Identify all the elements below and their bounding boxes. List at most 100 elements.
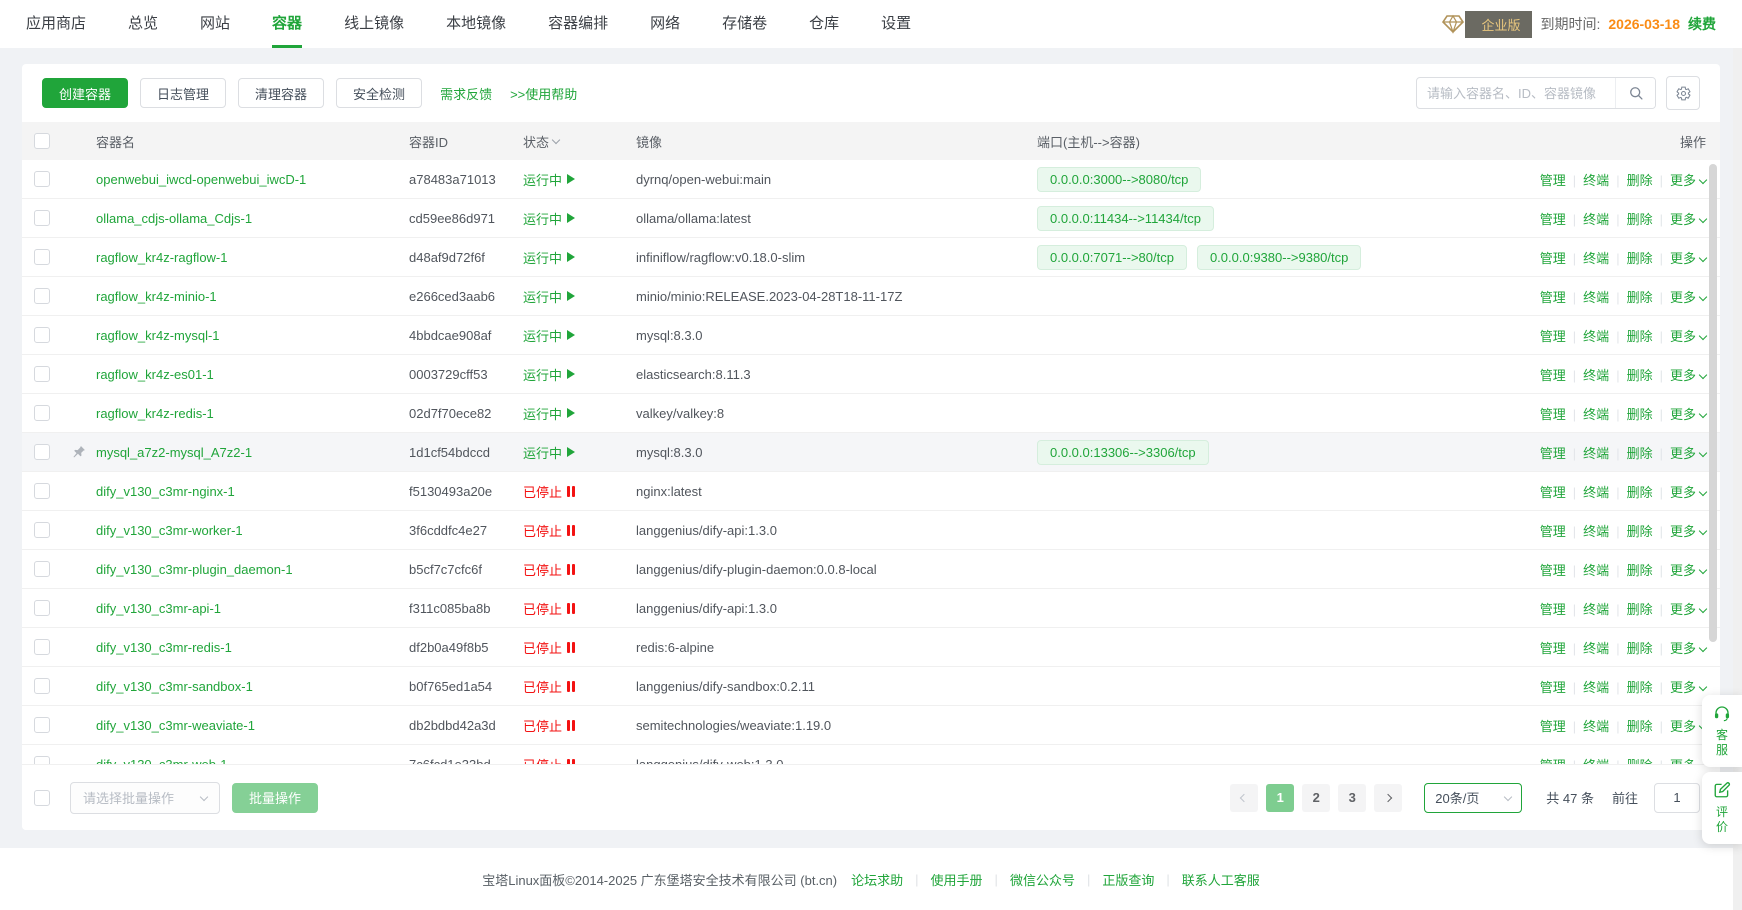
action-manage[interactable]: 管理 — [1540, 680, 1566, 695]
action-more[interactable]: 更多 — [1670, 485, 1706, 500]
action-terminal[interactable]: 终端 — [1583, 485, 1609, 500]
container-name-link[interactable]: dify_v130_c3mr-plugin_daemon-1 — [96, 562, 293, 577]
row-checkbox[interactable] — [34, 444, 50, 460]
action-more[interactable]: 更多 — [1670, 758, 1706, 765]
container-name-link[interactable]: mysql_a7z2-mysql_A7z2-1 — [96, 445, 252, 460]
row-checkbox[interactable] — [34, 210, 50, 226]
action-more[interactable]: 更多 — [1670, 251, 1706, 266]
action-delete[interactable]: 删除 — [1627, 758, 1653, 765]
container-name-link[interactable]: ragflow_kr4z-es01-1 — [96, 367, 214, 382]
action-terminal[interactable]: 终端 — [1583, 641, 1609, 656]
action-manage[interactable]: 管理 — [1540, 251, 1566, 266]
action-manage[interactable]: 管理 — [1540, 446, 1566, 461]
action-more[interactable]: 更多 — [1670, 368, 1706, 383]
action-delete[interactable]: 删除 — [1627, 212, 1653, 227]
status-running[interactable]: 运行中 — [523, 443, 575, 462]
container-name-link[interactable]: dify_v130_c3mr-api-1 — [96, 601, 221, 616]
status-running[interactable]: 运行中 — [523, 287, 575, 306]
container-name-link[interactable]: ragflow_kr4z-mysql-1 — [96, 328, 220, 343]
container-name-link[interactable]: dify_v130_c3mr-worker-1 — [96, 523, 243, 538]
action-more[interactable]: 更多 — [1670, 290, 1706, 305]
nav-item-8[interactable]: 存储卷 — [722, 0, 767, 48]
status-stopped[interactable]: 已停止 — [523, 560, 575, 579]
renew-link[interactable]: 续费 — [1688, 14, 1716, 34]
container-name-link[interactable]: dify_v130_c3mr-web-1 — [96, 757, 228, 765]
action-terminal[interactable]: 终端 — [1583, 758, 1609, 765]
action-delete[interactable]: 删除 — [1627, 329, 1653, 344]
nav-item-4[interactable]: 线上镜像 — [344, 0, 404, 48]
row-checkbox[interactable] — [34, 405, 50, 421]
action-terminal[interactable]: 终端 — [1583, 368, 1609, 383]
nav-item-5[interactable]: 本地镜像 — [446, 0, 506, 48]
feedback-link[interactable]: 需求反馈 — [440, 84, 492, 103]
goto-page-input[interactable] — [1654, 783, 1700, 813]
action-terminal[interactable]: 终端 — [1583, 290, 1609, 305]
header-status[interactable]: 状态 — [523, 132, 636, 151]
status-stopped[interactable]: 已停止 — [523, 521, 575, 540]
table-scrollbar[interactable] — [1709, 164, 1717, 642]
action-more[interactable]: 更多 — [1670, 446, 1706, 461]
footer-link-3[interactable]: 正版查询 — [1102, 870, 1154, 889]
action-more[interactable]: 更多 — [1670, 329, 1706, 344]
container-name-link[interactable]: dify_v130_c3mr-redis-1 — [96, 640, 232, 655]
container-name-link[interactable]: openwebui_iwcd-openwebui_iwcD-1 — [96, 172, 306, 187]
row-checkbox[interactable] — [34, 561, 50, 577]
clean-container-button[interactable]: 清理容器 — [238, 78, 324, 108]
action-manage[interactable]: 管理 — [1540, 758, 1566, 765]
gear-icon[interactable] — [1666, 76, 1700, 110]
footer-link-4[interactable]: 联系人工客服 — [1182, 870, 1260, 889]
action-manage[interactable]: 管理 — [1540, 602, 1566, 617]
feedback-widget[interactable]: 评价 — [1702, 772, 1742, 844]
status-running[interactable]: 运行中 — [523, 248, 575, 267]
action-delete[interactable]: 删除 — [1627, 485, 1653, 500]
action-more[interactable]: 更多 — [1670, 407, 1706, 422]
action-manage[interactable]: 管理 — [1540, 212, 1566, 227]
container-name-link[interactable]: ollama_cdjs-ollama_Cdjs-1 — [96, 211, 252, 226]
row-checkbox[interactable] — [34, 678, 50, 694]
footer-link-1[interactable]: 使用手册 — [931, 870, 983, 889]
row-checkbox[interactable] — [34, 249, 50, 265]
footer-link-2[interactable]: 微信公众号 — [1010, 870, 1075, 889]
action-delete[interactable]: 删除 — [1627, 251, 1653, 266]
action-terminal[interactable]: 终端 — [1583, 329, 1609, 344]
action-more[interactable]: 更多 — [1670, 524, 1706, 539]
action-delete[interactable]: 删除 — [1627, 680, 1653, 695]
status-stopped[interactable]: 已停止 — [523, 755, 575, 765]
status-running[interactable]: 运行中 — [523, 209, 575, 228]
action-more[interactable]: 更多 — [1670, 719, 1706, 734]
nav-item-7[interactable]: 网络 — [650, 0, 680, 48]
nav-item-9[interactable]: 仓库 — [809, 0, 839, 48]
action-terminal[interactable]: 终端 — [1583, 446, 1609, 461]
help-link[interactable]: >>使用帮助 — [510, 84, 577, 103]
action-manage[interactable]: 管理 — [1540, 290, 1566, 305]
status-stopped[interactable]: 已停止 — [523, 716, 575, 735]
status-running[interactable]: 运行中 — [523, 326, 575, 345]
nav-item-0[interactable]: 应用商店 — [26, 0, 86, 48]
action-manage[interactable]: 管理 — [1540, 719, 1566, 734]
container-name-link[interactable]: dify_v130_c3mr-nginx-1 — [96, 484, 235, 499]
action-terminal[interactable]: 终端 — [1583, 524, 1609, 539]
action-manage[interactable]: 管理 — [1540, 485, 1566, 500]
action-manage[interactable]: 管理 — [1540, 641, 1566, 656]
action-manage[interactable]: 管理 — [1540, 173, 1566, 188]
action-delete[interactable]: 删除 — [1627, 446, 1653, 461]
container-name-link[interactable]: ragflow_kr4z-redis-1 — [96, 406, 214, 421]
port-badge[interactable]: 0.0.0.0:13306-->3306/tcp — [1037, 440, 1209, 465]
action-more[interactable]: 更多 — [1670, 680, 1706, 695]
action-delete[interactable]: 删除 — [1627, 524, 1653, 539]
nav-item-2[interactable]: 网站 — [200, 0, 230, 48]
page-button-3[interactable]: 3 — [1338, 784, 1366, 812]
container-name-link[interactable]: dify_v130_c3mr-sandbox-1 — [96, 679, 253, 694]
nav-item-1[interactable]: 总览 — [128, 0, 158, 48]
port-badge[interactable]: 0.0.0.0:9380-->9380/tcp — [1197, 245, 1361, 270]
row-checkbox[interactable] — [34, 756, 50, 764]
action-manage[interactable]: 管理 — [1540, 407, 1566, 422]
page-button-2[interactable]: 2 — [1302, 784, 1330, 812]
action-more[interactable]: 更多 — [1670, 641, 1706, 656]
action-manage[interactable]: 管理 — [1540, 368, 1566, 383]
nav-item-6[interactable]: 容器编排 — [548, 0, 608, 48]
action-terminal[interactable]: 终端 — [1583, 251, 1609, 266]
action-terminal[interactable]: 终端 — [1583, 407, 1609, 422]
select-all-checkbox[interactable] — [34, 133, 50, 149]
row-checkbox[interactable] — [34, 366, 50, 382]
